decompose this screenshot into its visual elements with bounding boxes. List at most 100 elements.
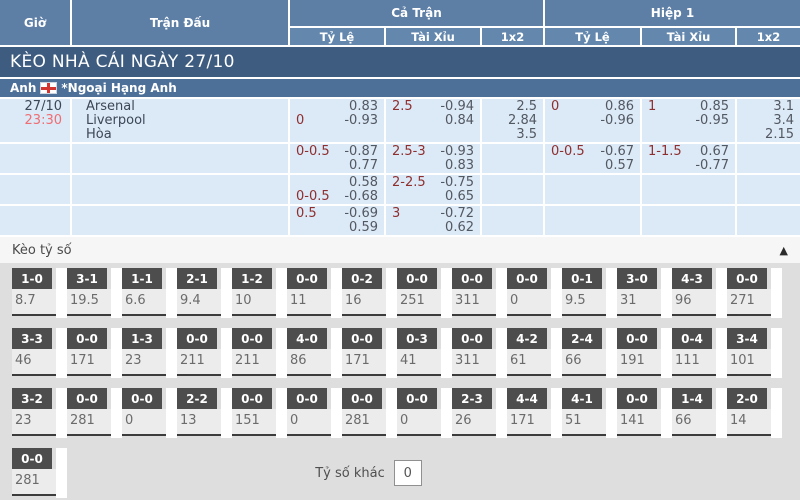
half-handicap-cell[interactable] [545, 175, 640, 204]
score-cell[interactable]: 3-031 [617, 268, 672, 318]
score-cell[interactable]: 0-0311 [452, 328, 507, 378]
half-handicap-cell[interactable]: 0-0.5-0.670.57 [545, 144, 640, 173]
score-cell[interactable]: 0-011 [287, 268, 342, 318]
half-over-under-cell[interactable]: 10.85-0.95 [642, 99, 735, 142]
score-box[interactable]: 0-0 [727, 268, 767, 289]
score-box[interactable]: 4-2 [507, 328, 547, 349]
score-cell[interactable]: 0-341 [397, 328, 452, 378]
half-1x2-cell[interactable] [737, 144, 800, 173]
half-handicap-cell[interactable] [545, 206, 640, 235]
score-box[interactable]: 0-0 [617, 388, 657, 409]
other-score-input[interactable] [394, 460, 422, 486]
half-1x2-cell[interactable]: 3.13.42.15 [737, 99, 800, 142]
score-box[interactable]: 0-0 [67, 388, 107, 409]
score-box[interactable]: 1-0 [12, 268, 52, 289]
full-handicap-cell[interactable]: 0.580-0.5-0.68 [290, 175, 384, 204]
score-cell[interactable]: 0-4111 [672, 328, 727, 378]
full-1x2-cell[interactable] [482, 175, 543, 204]
full-handicap-cell[interactable]: 0.830-0.93 [290, 99, 384, 142]
score-box[interactable]: 3-1 [67, 268, 107, 289]
half-over-under-cell[interactable] [642, 175, 735, 204]
score-box[interactable]: 1-4 [672, 388, 712, 409]
score-box[interactable]: 0-0 [232, 328, 272, 349]
score-cell[interactable]: 1-16.6 [122, 268, 177, 318]
full-over-under-cell[interactable]: 3-0.720.62 [386, 206, 480, 235]
score-box[interactable]: 0-0 [617, 328, 657, 349]
score-cell[interactable]: 0-0211 [232, 328, 287, 378]
score-box[interactable]: 0-0 [397, 268, 437, 289]
score-box[interactable]: 0-0 [452, 268, 492, 289]
score-box[interactable]: 0-4 [672, 328, 712, 349]
score-box[interactable]: 3-3 [12, 328, 52, 349]
score-cell[interactable]: 0-00 [287, 388, 342, 438]
score-cell[interactable]: 3-4101 [727, 328, 782, 378]
score-box[interactable]: 1-3 [122, 328, 162, 349]
score-box[interactable]: 0-0 [342, 388, 382, 409]
score-box[interactable]: 2-2 [177, 388, 217, 409]
score-cell[interactable]: 3-223 [12, 388, 67, 438]
score-cell[interactable]: 2-326 [452, 388, 507, 438]
score-cell[interactable]: 1-210 [232, 268, 287, 318]
score-cell[interactable]: 4-396 [672, 268, 727, 318]
score-cell[interactable]: 0-00 [507, 268, 562, 318]
full-over-under-cell[interactable]: 2.5-3-0.930.83 [386, 144, 480, 173]
score-box[interactable]: 0-3 [397, 328, 437, 349]
score-cell[interactable]: 2-014 [727, 388, 782, 438]
score-box[interactable]: 3-0 [617, 268, 657, 289]
score-cell[interactable]: 0-0251 [397, 268, 452, 318]
score-cell[interactable]: 3-119.5 [67, 268, 122, 318]
score-box[interactable]: 1-1 [122, 268, 162, 289]
score-box[interactable]: 0-0 [507, 268, 547, 289]
score-cell[interactable]: 0-00 [397, 388, 452, 438]
score-cell[interactable]: 0-19.5 [562, 268, 617, 318]
score-cell[interactable]: 4-151 [562, 388, 617, 438]
half-over-under-cell[interactable] [642, 206, 735, 235]
full-1x2-cell[interactable] [482, 206, 543, 235]
score-cell[interactable]: 0-0281 [67, 388, 122, 438]
score-box[interactable]: 0-1 [562, 268, 602, 289]
score-cell[interactable]: 0-0281 [342, 388, 397, 438]
score-cell[interactable]: 1-08.7 [12, 268, 67, 318]
score-box[interactable]: 0-0 [122, 388, 162, 409]
score-cell[interactable]: 0-0171 [67, 328, 122, 378]
score-box[interactable]: 0-0 [452, 328, 492, 349]
score-cell[interactable]: 4-4171 [507, 388, 562, 438]
score-cell[interactable]: 2-213 [177, 388, 232, 438]
score-box[interactable]: 0-0 [287, 268, 327, 289]
score-box[interactable]: 4-3 [672, 268, 712, 289]
score-cell[interactable]: 0-0271 [727, 268, 782, 318]
score-cell[interactable]: 2-19.4 [177, 268, 232, 318]
score-cell[interactable]: 0-0141 [617, 388, 672, 438]
full-1x2-cell[interactable] [482, 144, 543, 173]
full-over-under-cell[interactable]: 2.5-0.940.84 [386, 99, 480, 142]
half-1x2-cell[interactable] [737, 175, 800, 204]
score-box[interactable]: 2-1 [177, 268, 217, 289]
half-handicap-cell[interactable]: 00.86-0.96 [545, 99, 640, 142]
score-cell[interactable]: 4-086 [287, 328, 342, 378]
score-box[interactable]: 0-0 [342, 328, 382, 349]
score-box[interactable]: 0-0 [397, 388, 437, 409]
score-cell[interactable]: 0-0151 [232, 388, 287, 438]
match-cell[interactable]: ArsenalLiverpoolHòa [72, 99, 288, 142]
score-box[interactable]: 4-1 [562, 388, 602, 409]
score-cell[interactable]: 1-323 [122, 328, 177, 378]
score-box[interactable]: 0-0 [287, 388, 327, 409]
score-box[interactable]: 3-2 [12, 388, 52, 409]
score-box[interactable]: 4-0 [287, 328, 327, 349]
half-over-under-cell[interactable]: 1-1.50.67-0.77 [642, 144, 735, 173]
half-1x2-cell[interactable] [737, 206, 800, 235]
full-1x2-cell[interactable]: 2.52.843.5 [482, 99, 543, 142]
score-box[interactable]: 0-0 [177, 328, 217, 349]
score-box[interactable]: 2-0 [727, 388, 767, 409]
full-handicap-cell[interactable]: 0-0.5-0.870.77 [290, 144, 384, 173]
score-box[interactable]: 0-0 [67, 328, 107, 349]
score-cell[interactable]: 4-261 [507, 328, 562, 378]
score-cell[interactable]: 0-216 [342, 268, 397, 318]
score-cell[interactable]: 0-0171 [342, 328, 397, 378]
score-cell[interactable]: 3-346 [12, 328, 67, 378]
score-cell[interactable]: 0-0281 [12, 448, 67, 498]
score-cell[interactable]: 0-0191 [617, 328, 672, 378]
score-box[interactable]: 4-4 [507, 388, 547, 409]
full-over-under-cell[interactable]: 2-2.5-0.750.65 [386, 175, 480, 204]
score-box[interactable]: 0-0 [232, 388, 272, 409]
